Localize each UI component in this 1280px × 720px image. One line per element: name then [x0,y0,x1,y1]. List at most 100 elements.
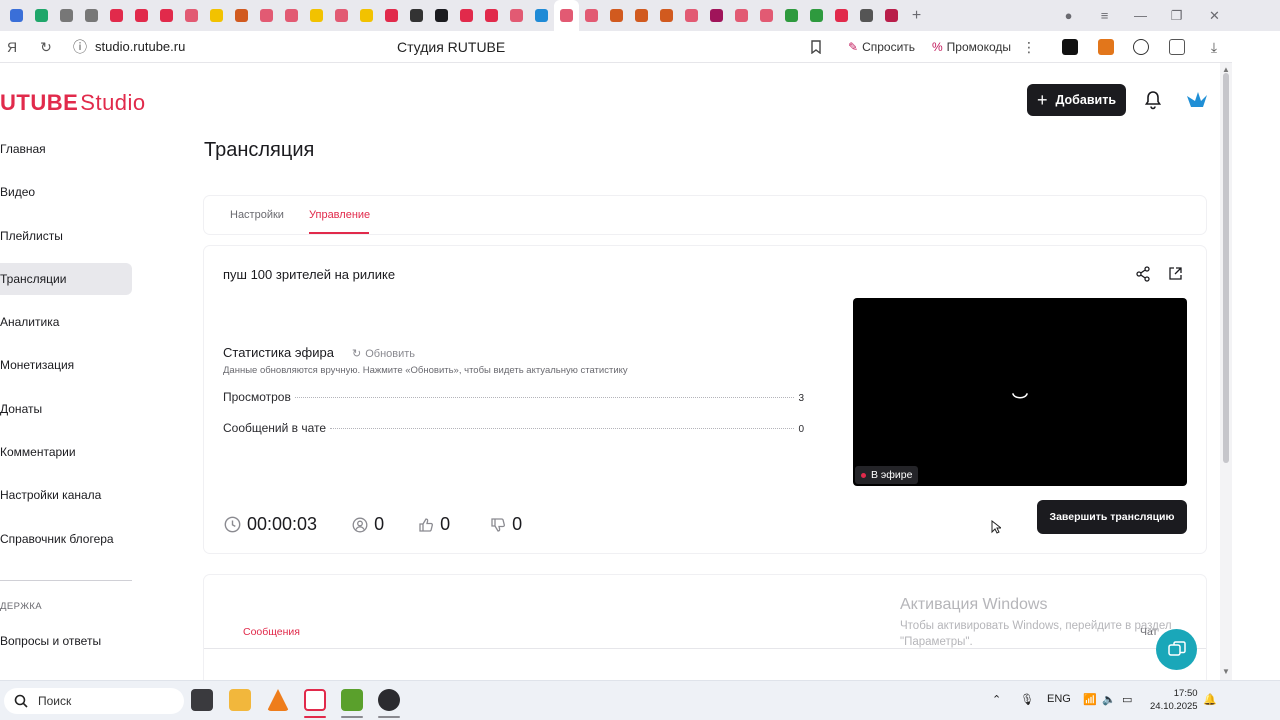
sidebar-item[interactable]: Плейлисты [0,220,132,252]
avatar[interactable] [1186,90,1208,110]
extension-puzzle-icon[interactable] [1169,39,1185,55]
site-info-icon[interactable]: ⓘ [68,35,92,59]
refresh-button[interactable]: ↻ Обновить [352,347,415,361]
task-view-icon[interactable] [191,689,213,711]
minimize-icon[interactable]: — [1122,0,1159,31]
tray-chevron-icon[interactable]: ⌃ [992,693,1001,706]
sidebar-item[interactable]: Донаты [0,393,132,425]
browser-tab[interactable] [304,0,329,31]
promo-button[interactable]: % Промокоды [932,38,1011,56]
new-tab-icon[interactable]: + [904,0,929,31]
rutube-studio-logo[interactable]: UTUBEStudio [0,90,146,116]
tab-management[interactable]: Управление [309,209,370,221]
browser-tab[interactable] [454,0,479,31]
browser-tab[interactable] [29,0,54,31]
browser-tab[interactable] [529,0,554,31]
browser-tab[interactable] [79,0,104,31]
share-icon[interactable] [1135,266,1151,282]
sidebar-item[interactable]: Трансляции [0,262,132,295]
external-link-icon[interactable] [1168,266,1183,281]
extension-fox-icon[interactable] [1098,39,1114,55]
extension-play-icon[interactable] [1062,39,1078,55]
minecraft-icon[interactable] [341,689,363,711]
end-stream-button[interactable]: Завершить трансляцию [1037,500,1187,534]
tab-messages[interactable]: Сообщения [243,626,300,638]
browser-tab[interactable] [729,0,754,31]
extension-media-icon[interactable] [1133,39,1149,55]
sidebar-item[interactable]: Настройки канала [0,479,132,511]
more-vertical-icon[interactable]: ⋮ [1017,35,1041,59]
language-indicator[interactable]: ENG [1047,693,1071,705]
sidebar-item[interactable]: Аналитика [0,306,132,338]
browser-tab[interactable] [479,0,504,31]
browser-tab[interactable] [279,0,304,31]
browser-tab[interactable] [779,0,804,31]
browser-tab[interactable] [604,0,629,31]
browser-tab[interactable] [404,0,429,31]
browser-tab[interactable] [379,0,404,31]
browser-tab[interactable] [629,0,654,31]
taskbar-clock[interactable]: 17:50 24.10.2025 [1150,687,1198,713]
browser-tab[interactable] [854,0,879,31]
explorer-icon[interactable] [229,689,251,711]
vlc-icon[interactable] [267,689,289,711]
maximize-icon[interactable]: ❐ [1158,0,1195,31]
browser-tab[interactable] [154,0,179,31]
browser-tab[interactable] [579,0,604,31]
wifi-icon[interactable]: 📶 [1083,693,1097,706]
sidebar-item[interactable]: Комментарии [0,436,132,468]
ask-button[interactable]: ✎ Спросить [848,38,915,56]
help-chat-button[interactable] [1156,629,1197,670]
url-field[interactable]: studio.rutube.ru [95,39,185,54]
battery-icon[interactable]: ▭ [1122,693,1132,706]
menu-icon[interactable]: ≡ [1086,0,1123,31]
yandex-icon[interactable]: Я [0,35,24,59]
browser-tab[interactable] [679,0,704,31]
obs-icon[interactable] [378,689,400,711]
browser-tab[interactable] [204,0,229,31]
browser-tab[interactable] [129,0,154,31]
download-icon[interactable]: ⤓ [1202,35,1226,59]
sidebar-item[interactable]: Главная [0,133,132,165]
tab-favicon-icon [60,9,73,22]
sidebar-item[interactable]: Справочник блогера [0,523,132,555]
page-scrollbar[interactable]: ▲ ▼ [1220,63,1232,680]
browser-tab[interactable] [429,0,454,31]
browser-tab[interactable] [704,0,729,31]
sidebar-item[interactable]: Видео [0,176,132,208]
browser-tab[interactable] [554,0,579,31]
browser-tab[interactable] [104,0,129,31]
browser-tab[interactable] [54,0,79,31]
percent-icon: % [932,40,943,54]
microphone-icon[interactable]: 🎙 [1020,693,1034,706]
browser-tab[interactable] [354,0,379,31]
browser-tab[interactable] [179,0,204,31]
add-button[interactable]: + Добавить [1027,84,1126,116]
stat-leader [330,428,795,429]
taskbar-search[interactable]: Поиск [4,688,184,714]
reload-icon[interactable]: ↻ [34,35,58,59]
scroll-down-icon[interactable]: ▼ [1222,668,1230,676]
bell-icon[interactable] [1143,90,1163,110]
browser-tab[interactable] [754,0,779,31]
browser-tab[interactable] [329,0,354,31]
profile-icon[interactable]: ● [1050,0,1087,31]
browser-tab[interactable] [829,0,854,31]
browser-tab[interactable] [4,0,29,31]
browser-tab[interactable] [229,0,254,31]
close-icon[interactable]: ✕ [1196,0,1233,31]
yandex-browser-icon[interactable] [304,689,326,711]
notifications-icon[interactable]: 🔔 [1203,693,1217,706]
bookmark-icon[interactable] [804,35,828,59]
volume-icon[interactable]: 🔈 [1102,693,1116,706]
video-preview[interactable]: В эфире [853,298,1187,486]
sidebar-item-faq[interactable]: Вопросы и ответы [0,634,101,648]
browser-tab[interactable] [504,0,529,31]
browser-tab[interactable] [654,0,679,31]
sidebar-item[interactable]: Монетизация [0,349,132,381]
browser-tab[interactable] [254,0,279,31]
scroll-thumb[interactable] [1223,73,1229,463]
tab-settings[interactable]: Настройки [230,209,284,221]
browser-tab[interactable] [879,0,904,31]
browser-tab[interactable] [804,0,829,31]
